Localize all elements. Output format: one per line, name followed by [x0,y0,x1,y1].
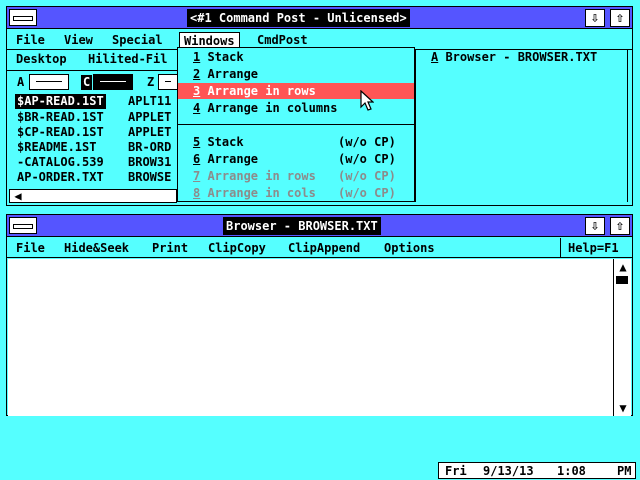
minimize-arrow-icon[interactable]: ⇩ [585,217,605,235]
file-list-hscrollbar[interactable]: ◀ [9,189,177,203]
window-list-title: Browser - BROWSER.TXT [438,50,598,64]
browser-window: Browser - BROWSER.TXT ⇩ ⇧ File Hide&Seek… [6,214,633,416]
drive-a-icon[interactable] [29,74,69,90]
browser-menubar: File Hide&Seek Print ClipCopy ClipAppend… [7,238,632,258]
menu-file[interactable]: File [16,32,45,48]
file-list-item[interactable]: BROWSE [128,170,171,185]
minimize-arrow-icon[interactable]: ⇩ [585,9,605,27]
command-post-titlebar[interactable]: <#1 Command Post - Unlicensed> ⇩ ⇧ [7,7,632,29]
help-indicator[interactable]: Help=F1 [568,240,619,256]
windows-menu-arrange-columns[interactable]: 4 Arrange in columns [178,100,414,116]
drive-c-icon[interactable] [93,74,133,90]
help-divider [560,238,561,258]
scroll-down-arrow-icon[interactable]: ▼ [616,402,630,414]
file-list-item[interactable]: $README.1ST [17,140,96,155]
browser-menu-print[interactable]: Print [152,240,188,256]
windows-menu-stack-wo-cp[interactable]: 5 Stack (w/o CP) [178,134,414,150]
browser-content-area[interactable] [8,259,613,416]
browser-menu-file[interactable]: File [16,240,45,256]
browser-menu-clipappend[interactable]: ClipAppend [288,240,360,256]
menu-special[interactable]: Special [112,32,163,48]
browser-menu-options[interactable]: Options [384,240,435,256]
windows-menu-arrange-cols-wo-cp: 8 Arrange in cols (w/o CP) [193,186,396,200]
drive-a-label: A [17,75,25,89]
browser-titlebar[interactable]: Browser - BROWSER.TXT ⇩ ⇧ [7,215,632,237]
mouse-pointer-icon [360,90,374,111]
status-day: Fri [445,464,467,478]
window-list-divider [415,50,416,202]
menu-view[interactable]: View [64,32,93,48]
drive-z-label: Z [147,75,155,89]
menu-windows[interactable]: Windows [179,32,240,48]
window-list-scrollbar[interactable] [627,50,633,202]
submenu-divider [7,70,177,71]
windows-menu-arrange-rows-wo-cp: 7 Arrange in rows (w/o CP) [193,169,396,183]
system-menu-icon[interactable] [9,217,37,234]
file-list-item[interactable]: AP-ORDER.TXT [17,170,104,185]
file-list-item[interactable]: BROW31 [128,155,171,170]
scroll-up-arrow-icon[interactable]: ▲ [616,261,630,273]
file-list-item[interactable]: -CATALOG.539 [17,155,104,170]
status-time: 1:08 [557,464,586,478]
windows-menu-arrange[interactable]: 2 Arrange [178,66,414,82]
menu-hilited-files[interactable]: Hilited-Fil [88,51,167,67]
maximize-arrow-icon[interactable]: ⇧ [610,9,630,27]
browser-vscrollbar[interactable]: ▲ ▼ [613,259,631,416]
menu-cmdpost[interactable]: CmdPost [257,32,308,48]
file-list-item[interactable]: $CP-READ.1ST [17,125,104,140]
scroll-thumb[interactable] [616,276,628,284]
windows-menu-dropdown: 1 Stack 2 Arrange 3 Arrange in rows 4 Ar… [177,47,415,202]
browser-title: Browser - BROWSER.TXT [223,217,381,235]
file-list-item[interactable]: $AP-READ.1ST [15,94,106,109]
browser-menu-clipcopy[interactable]: ClipCopy [208,240,266,256]
menu-desktop[interactable]: Desktop [16,51,67,67]
window-list-item[interactable]: A Browser - BROWSER.TXT [431,50,597,65]
status-ampm: PM [617,464,632,478]
drive-z-icon[interactable] [158,74,178,90]
windows-menu-arrange-rows[interactable]: 3 Arrange in rows [178,83,414,99]
scroll-left-arrow-icon[interactable]: ◀ [12,190,24,202]
windows-menu-arrange-wo-cp[interactable]: 6 Arrange (w/o CP) [178,151,414,167]
windows-menu-stack[interactable]: 1 Stack [178,49,414,65]
windows-menu-separator [178,124,414,125]
file-list-item[interactable]: APPLET [128,110,171,125]
clock-status-bar: Fri 9/13/13 1:08 PM [438,462,636,479]
browser-menu-hideseek[interactable]: Hide&Seek [64,240,129,256]
file-list-item[interactable]: BR-ORD [128,140,171,155]
file-list-item[interactable]: APLT11 [128,94,171,109]
status-date: 9/13/13 [483,464,534,478]
maximize-arrow-icon[interactable]: ⇧ [610,217,630,235]
command-post-title: <#1 Command Post - Unlicensed> [187,9,410,27]
file-list-item[interactable]: $BR-READ.1ST [17,110,104,125]
drive-c-label: C [81,75,93,90]
system-menu-icon[interactable] [9,9,37,26]
file-list-item[interactable]: APPLET [128,125,171,140]
